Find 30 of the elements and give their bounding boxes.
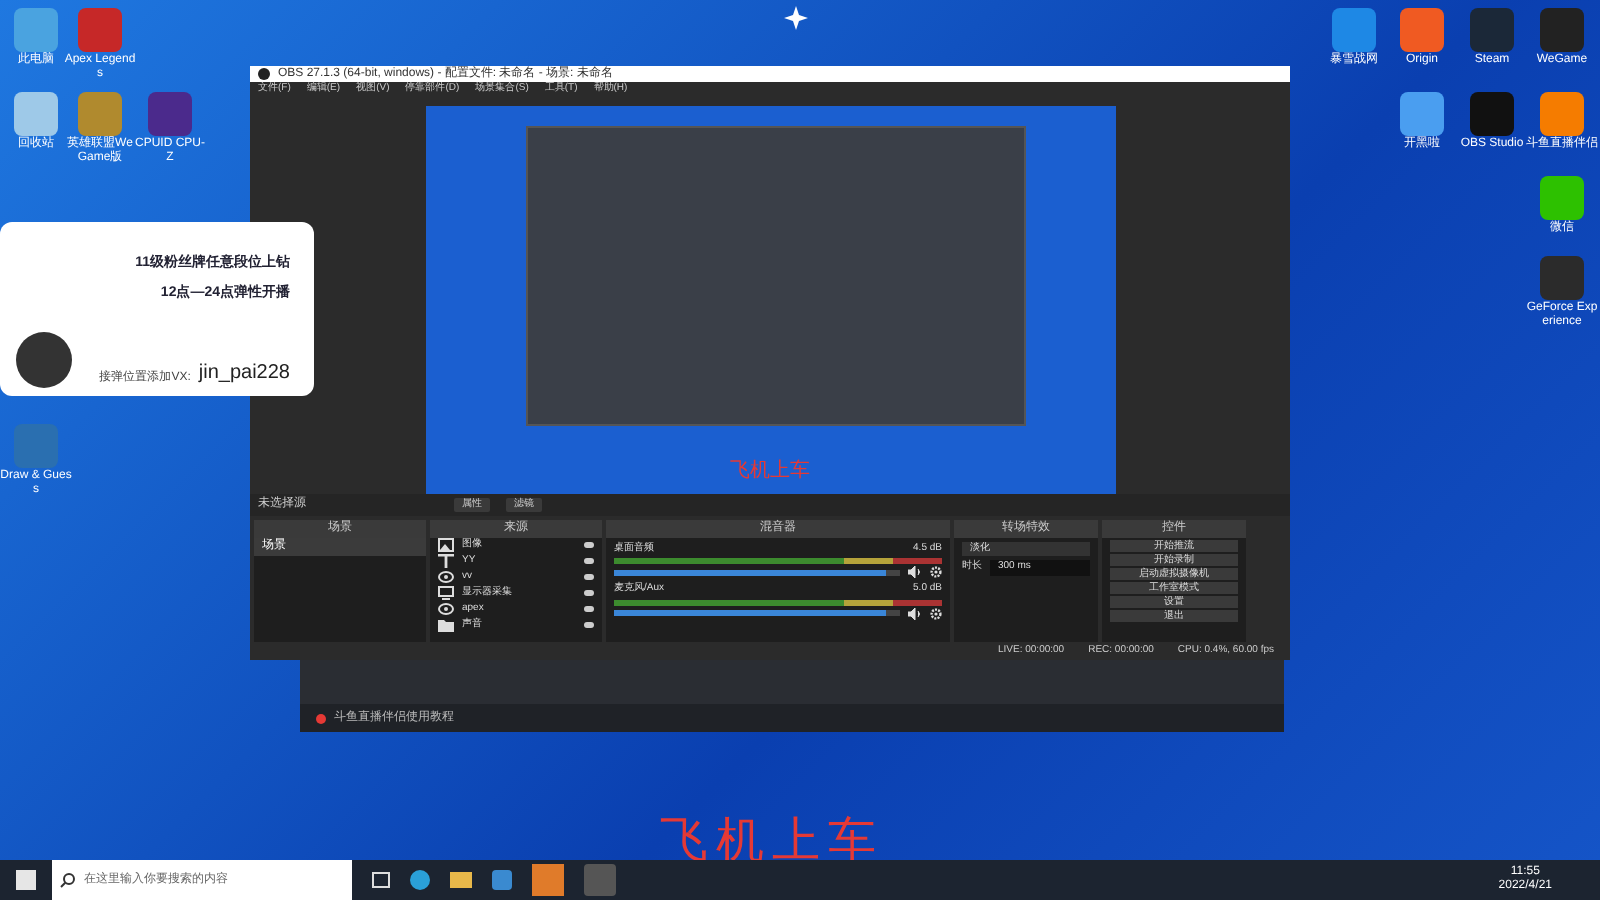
settings-icon[interactable] (930, 607, 942, 620)
monitor-icon (438, 586, 454, 601)
app-icon[interactable] (1400, 8, 1444, 52)
star-icon (784, 6, 808, 30)
windows-start-icon[interactable] (16, 870, 36, 890)
folder-icon (438, 618, 454, 633)
browser-icon[interactable] (410, 870, 430, 890)
app-icon[interactable] (1540, 176, 1584, 220)
search-icon (60, 872, 76, 888)
avatar-placeholder (16, 332, 72, 388)
app-icon[interactable] (1470, 8, 1514, 52)
speaker-icon[interactable] (908, 607, 922, 620)
app-icon[interactable] (148, 92, 192, 136)
contact-id: jin_pai228 (198, 360, 290, 388)
preview-subtitle: 飞机上车 (730, 457, 810, 487)
task-view-icon[interactable] (372, 872, 390, 888)
text-icon (438, 554, 454, 569)
speaker-icon[interactable] (908, 566, 922, 579)
app-icon[interactable] (1540, 92, 1584, 136)
record-icon (316, 713, 326, 723)
settings-icon[interactable] (930, 566, 942, 579)
app-icon[interactable] (1332, 8, 1376, 52)
app-icon[interactable] (492, 870, 512, 890)
app-icon[interactable] (1470, 92, 1514, 136)
app-icon[interactable] (1540, 256, 1584, 300)
image-icon (438, 538, 454, 553)
app-icon[interactable] (1540, 8, 1584, 52)
video-subtitle: 飞机上车 (660, 816, 884, 868)
app-icon[interactable] (1400, 92, 1444, 136)
app-icon[interactable] (14, 92, 58, 136)
